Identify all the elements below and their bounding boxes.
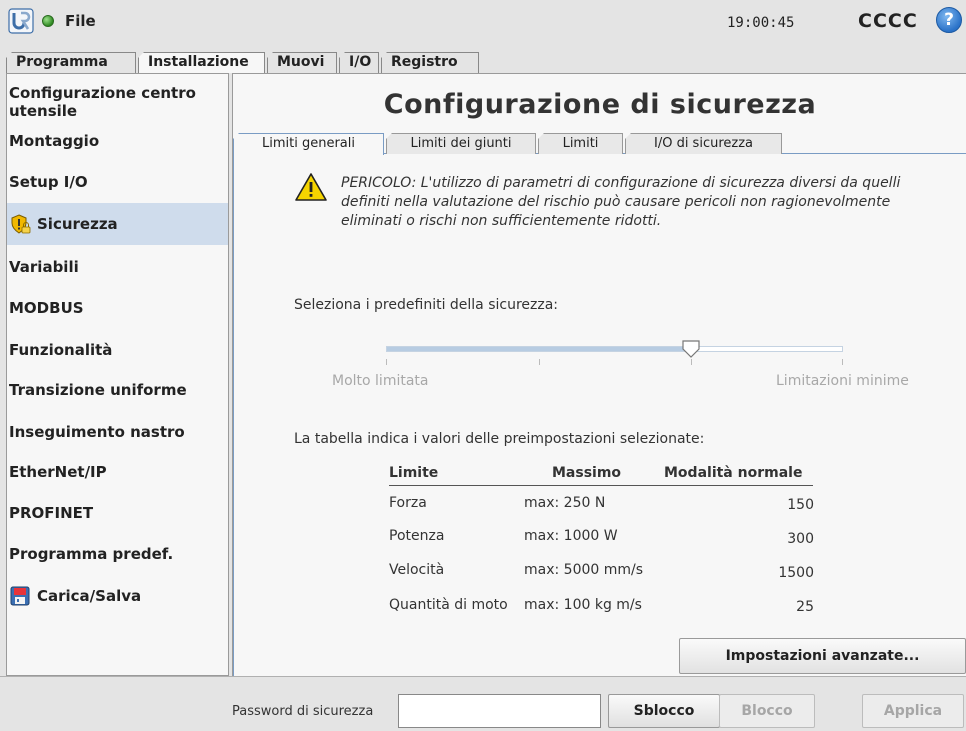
clock: 19:00:45 — [727, 15, 795, 31]
safety-preset-slider-handle[interactable] — [682, 340, 700, 358]
help-icon[interactable]: ? — [936, 7, 962, 33]
table-cell-normal: 25 — [796, 599, 814, 615]
file-menu[interactable]: File — [65, 12, 96, 30]
sidebar-item-tcp[interactable]: Configurazione centro utensile — [7, 82, 228, 122]
tab-limiti-generali[interactable]: Limiti generali — [233, 133, 384, 155]
sidebar-item-carica-salva-label: Carica/Salva — [37, 587, 142, 605]
sidebar-item-sicurezza-label: Sicurezza — [37, 215, 118, 233]
table-cell-limit: Velocità — [389, 562, 445, 578]
table-header-normal: Modalità normale — [664, 465, 803, 481]
table-header-rule — [389, 485, 813, 486]
installation-sidebar: Configurazione centro utensile Montaggio… — [6, 73, 229, 676]
sidebar-item-sicurezza[interactable]: Sicurezza — [7, 203, 228, 245]
tab-limiti[interactable]: Limiti — [538, 133, 623, 154]
save-disk-icon — [10, 586, 30, 606]
ur-logo-icon — [8, 8, 34, 34]
safety-subtabs: Limiti generali Limiti dei giunti Limiti… — [233, 133, 966, 155]
lock-button[interactable]: Blocco — [719, 694, 815, 728]
tab-muovi[interactable]: Muovi — [267, 52, 337, 73]
sidebar-item-montaggio[interactable]: Montaggio — [7, 130, 228, 152]
advanced-settings-button[interactable]: Impostazioni avanzate... — [679, 638, 966, 674]
table-header-limit: Limite — [389, 465, 439, 481]
danger-warning-text: PERICOLO: L'utilizzo di parametri di con… — [341, 175, 901, 229]
table-header-max: Massimo — [552, 465, 622, 481]
sidebar-item-setup-io[interactable]: Setup I/O — [7, 171, 228, 193]
password-label: Password di sicurezza — [232, 704, 374, 719]
slider-tick — [691, 359, 692, 365]
safety-preset-slider-track[interactable] — [386, 346, 843, 352]
sidebar-item-inseguimento-nastro[interactable]: Inseguimento nastro — [7, 421, 228, 443]
sidebar-item-modbus[interactable]: MODBUS — [7, 297, 228, 319]
sidebar-item-variabili[interactable]: Variabili — [7, 256, 228, 278]
apply-button[interactable]: Applica — [862, 694, 964, 728]
safety-shield-icon — [11, 214, 31, 234]
app-window: File 19:00:45 CCCC ? Programma Installaz… — [0, 0, 966, 731]
table-cell-normal: 300 — [787, 531, 814, 547]
table-cell-max: max: 5000 mm/s — [524, 562, 644, 578]
main-tabs: Programma Installazione Muovi I/O Regist… — [6, 52, 481, 73]
table-cell-max: max: 100 kg m/s — [524, 597, 642, 613]
tab-registro[interactable]: Registro — [381, 52, 479, 73]
sidebar-item-funzionalita[interactable]: Funzionalità — [7, 339, 228, 361]
table-cell-max: max: 250 N — [524, 495, 606, 511]
table-cell-limit: Forza — [389, 495, 427, 511]
page-title: Configurazione di sicurezza — [383, 89, 817, 120]
unlock-button[interactable]: Sblocco — [608, 694, 720, 728]
sidebar-item-transizione-uniforme[interactable]: Transizione uniforme — [7, 379, 228, 401]
slider-fill — [387, 347, 691, 351]
table-cell-limit: Potenza — [389, 528, 445, 544]
robot-name: CCCC — [858, 10, 918, 32]
sidebar-item-carica-salva[interactable]: Carica/Salva — [7, 582, 228, 610]
table-cell-max: max: 1000 W — [524, 528, 618, 544]
tab-installazione[interactable]: Installazione — [138, 52, 265, 73]
table-cell-normal: 1500 — [778, 565, 814, 581]
tab-limiti-giunti[interactable]: Limiti dei giunti — [386, 133, 536, 154]
table-note: La tabella indica i valori delle preimpo… — [294, 431, 705, 447]
top-bar: File 19:00:45 CCCC ? — [0, 0, 966, 52]
preset-label: Seleziona i predefiniti della sicurezza: — [294, 297, 559, 313]
sidebar-item-profinet[interactable]: PROFINET — [7, 502, 228, 524]
warning-icon — [295, 173, 327, 201]
slider-min-label: Molto limitata — [332, 373, 429, 389]
slider-tick — [539, 359, 540, 365]
table-cell-normal: 150 — [787, 497, 814, 513]
tab-io-sicurezza[interactable]: I/O di sicurezza — [625, 133, 782, 154]
bottom-bar: Password di sicurezza Sblocco Blocco App… — [0, 676, 966, 731]
slider-max-label: Limitazioni minime — [776, 373, 909, 389]
safety-password-field[interactable] — [398, 694, 601, 728]
tab-io[interactable]: I/O — [339, 52, 379, 73]
slider-tick — [386, 359, 387, 365]
robot-status-icon[interactable] — [42, 15, 54, 27]
tab-programma[interactable]: Programma — [6, 52, 136, 73]
sidebar-item-ethernet-ip[interactable]: EtherNet/IP — [7, 461, 228, 483]
sidebar-item-programma-predef[interactable]: Programma predef. — [7, 543, 228, 565]
content-panel: Configurazione di sicurezza Limiti gener… — [232, 73, 966, 677]
general-limits-panel: PERICOLO: L'utilizzo di parametri di con… — [233, 154, 966, 677]
table-cell-limit: Quantità di moto — [389, 597, 508, 613]
slider-tick — [842, 359, 843, 365]
